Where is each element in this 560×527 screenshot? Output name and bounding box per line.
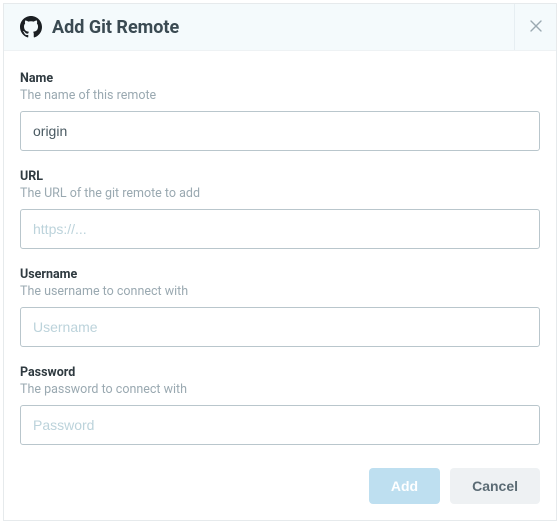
name-input[interactable] <box>20 111 540 151</box>
name-help: The name of this remote <box>20 88 540 103</box>
url-input[interactable] <box>20 209 540 249</box>
password-input[interactable] <box>20 405 540 445</box>
username-input[interactable] <box>20 307 540 347</box>
field-url: URL The URL of the git remote to add <box>20 169 540 249</box>
name-label: Name <box>20 71 540 86</box>
url-label: URL <box>20 169 540 184</box>
username-label: Username <box>20 267 540 282</box>
close-icon <box>530 20 542 35</box>
field-password: Password The password to connect with <box>20 365 540 445</box>
dialog-title: Add Git Remote <box>52 17 179 38</box>
github-icon <box>20 16 42 38</box>
password-help: The password to connect with <box>20 382 540 397</box>
username-help: The username to connect with <box>20 284 540 299</box>
password-label: Password <box>20 365 540 380</box>
dialog-body: Name The name of this remote URL The URL… <box>4 51 556 454</box>
add-button[interactable]: Add <box>369 468 440 504</box>
dialog-footer: Add Cancel <box>4 454 556 520</box>
header-main: Add Git Remote <box>4 4 514 50</box>
cancel-button[interactable]: Cancel <box>450 468 540 504</box>
field-username: Username The username to connect with <box>20 267 540 347</box>
dialog-header: Add Git Remote <box>4 4 556 51</box>
close-button[interactable] <box>514 4 556 50</box>
add-git-remote-dialog: Add Git Remote Name The name of this rem… <box>3 3 557 521</box>
field-name: Name The name of this remote <box>20 71 540 151</box>
url-help: The URL of the git remote to add <box>20 186 540 201</box>
